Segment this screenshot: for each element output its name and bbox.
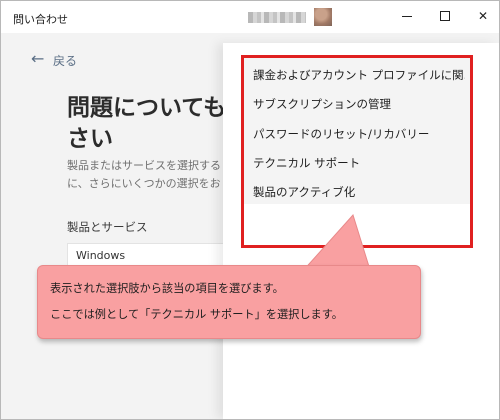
maximize-icon: [440, 11, 450, 21]
product-service-label: 製品とサービス: [67, 220, 148, 234]
menu-item-product-activation[interactable]: 製品のアクティブ化: [253, 184, 465, 200]
product-select-value: Windows: [76, 249, 126, 262]
page-heading: 問題についても さい: [67, 93, 227, 155]
callout-pointer: [301, 214, 371, 273]
user-name-blurred: [248, 12, 306, 23]
instruction-callout: 表示された選択肢から該当の項目を選びます。 ここでは例として「テクニカル サポー…: [37, 265, 421, 339]
menu-item-technical-support[interactable]: テクニカル サポート: [253, 155, 465, 171]
maximize-button[interactable]: [435, 7, 455, 25]
callout-line-2: ここでは例として「テクニカル サポート」を選択します。: [50, 308, 343, 321]
minimize-icon: [402, 16, 412, 17]
close-button[interactable]: ✕: [473, 7, 493, 25]
window-title: 問い合わせ: [13, 13, 68, 26]
description-line-2: に、さらにいくつかの選択をお: [67, 177, 221, 190]
back-arrow-icon: ←: [31, 49, 45, 68]
title-bar: 問い合わせ ✕: [1, 1, 499, 33]
heading-line-1: 問題についても: [67, 95, 227, 121]
minimize-button[interactable]: [397, 7, 417, 25]
menu-item-password-reset[interactable]: パスワードのリセット/リカバリー: [253, 126, 465, 142]
heading-line-2: さい: [67, 126, 113, 152]
close-icon: ✕: [477, 9, 489, 23]
menu-item-subscription[interactable]: サブスクリプションの管理: [253, 96, 465, 112]
page-description: 製品またはサービスを選択する に、さらにいくつかの選択をお: [67, 157, 227, 193]
callout-line-1: 表示された選択肢から該当の項目を選びます。: [50, 282, 284, 295]
menu-item-billing[interactable]: 課金およびアカウント プロファイルに関...: [253, 67, 465, 83]
back-label: 戻る: [53, 54, 78, 68]
user-avatar[interactable]: [314, 8, 332, 26]
contact-window: 問い合わせ ✕ ← 戻る 問題についても さい 製品またはサービスを選択する に…: [0, 0, 500, 420]
description-line-1: 製品またはサービスを選択する: [67, 159, 221, 172]
